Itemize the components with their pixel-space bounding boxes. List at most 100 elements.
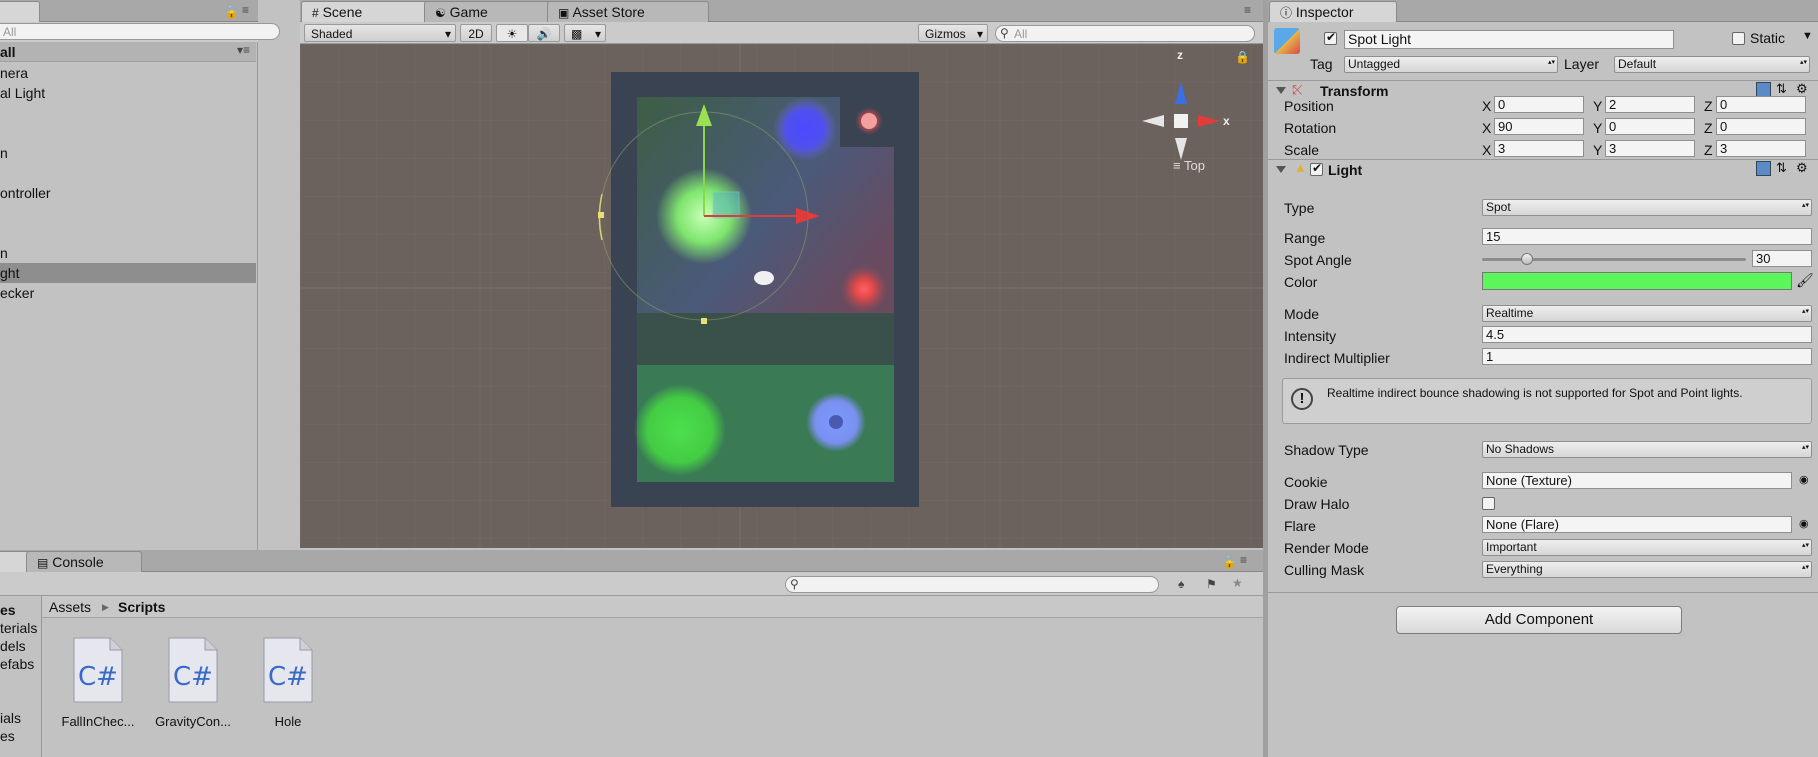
active-checkbox[interactable] [1324,30,1337,45]
hierarchy-item[interactable]: n [0,143,256,163]
range-input[interactable]: 15 [1482,228,1812,245]
csharp-script-icon[interactable]: C# [262,636,314,704]
mode-dropdown[interactable]: Realtime [1482,305,1812,322]
static-dropdown-icon[interactable]: ▼ [1802,30,1813,42]
csharp-script-icon[interactable]: C# [72,636,124,704]
gear-icon[interactable]: ⚙ [1796,81,1808,97]
hierarchy-item[interactable] [0,103,256,123]
static-checkbox[interactable] [1732,32,1745,45]
spot-angle-input[interactable]: 30 [1752,250,1812,267]
scene-menu-icon[interactable]: ▾≡ [237,43,250,57]
hierarchy-item[interactable]: ontroller [0,183,256,203]
folder-item[interactable]: es [0,728,15,744]
csharp-script-icon[interactable]: C# [167,636,219,704]
gear-icon[interactable]: ⚙ [1796,160,1808,176]
help-book-icon[interactable] [1756,82,1771,97]
effects-dropdown[interactable]: ▩ ▾ [564,24,606,42]
tab-inspector[interactable]: ⓘ Inspector [1269,1,1397,22]
tab-hierarchy[interactable] [0,1,40,22]
preset-icon[interactable]: ⇅ [1776,160,1787,176]
transform-position-x-input[interactable]: 0 [1494,96,1584,113]
toggle-2d-button[interactable]: 2D [460,24,492,42]
scene-lock-icon[interactable]: 🔒 [1235,50,1250,64]
draw-halo-checkbox[interactable] [1482,497,1495,510]
hierarchy-item[interactable] [0,223,256,243]
light-header[interactable]: ▲ Light ⇅ ⚙ [1268,159,1818,180]
transform-position-y-input[interactable]: 2 [1605,96,1695,113]
lock-icon[interactable]: 🔒 [224,5,239,19]
game-icon: ☯ [435,6,446,20]
store-icon: ▣ [558,6,570,20]
indirect-input[interactable]: 1 [1482,348,1812,365]
transform-scale-z-input[interactable]: 3 [1716,140,1806,157]
hierarchy-item[interactable]: ecker [0,283,256,303]
preset-icon[interactable]: ⇅ [1776,81,1787,97]
render-mode-dropdown[interactable]: Important [1482,539,1812,556]
filter-by-type-icon[interactable]: ♠ [1178,577,1184,591]
hierarchy-item[interactable] [0,163,256,183]
orientation-label[interactable]: ≡ Top [1173,158,1205,173]
add-component-button[interactable]: Add Component [1396,606,1682,634]
panel-menu-icon[interactable]: ≡ [242,3,249,17]
axis-x-label: X [1482,98,1492,114]
flare-field[interactable]: None (Flare) [1482,516,1792,533]
project-search-input[interactable] [785,576,1159,593]
gizmos-dropdown[interactable]: Gizmos ▾ [918,24,988,42]
tab-asset-store[interactable]: ▣ Asset Store [547,1,709,22]
folder-item[interactable]: ials [0,710,21,726]
transform-scale-x-input[interactable]: 3 [1494,140,1584,157]
project-menu-icon[interactable]: ≡ [1240,553,1247,567]
transform-rotation-x-input[interactable]: 90 [1494,118,1584,135]
filter-by-label-icon[interactable]: ⚑ [1206,577,1217,591]
folder-item[interactable]: es [0,602,16,618]
hierarchy-item[interactable]: ght [0,263,256,283]
spot-angle-slider-thumb[interactable] [1520,253,1533,265]
breadcrumb-root[interactable]: Assets [49,596,91,618]
audio-toggle[interactable]: 🔊 [528,24,560,42]
scene-viewport[interactable]: z x 🔒 ≡ Top [300,44,1263,548]
hierarchy-item[interactable]: nera [0,63,256,83]
cookie-field[interactable]: None (Texture) [1482,472,1792,489]
help-book-icon[interactable] [1756,161,1771,176]
layer-dropdown[interactable]: Default [1614,56,1810,73]
transform-position-z-input[interactable]: 0 [1716,96,1806,113]
foldout-arrow-icon [1276,166,1286,173]
folder-item[interactable]: dels [0,638,26,654]
scene-canvas[interactable] [300,44,1263,548]
object-picker-icon[interactable]: ◉ [1799,517,1809,530]
hierarchy-item[interactable] [0,203,256,223]
transform-rotation-z-input[interactable]: 0 [1716,118,1806,135]
eyedropper-icon[interactable]: 🖌 [1796,272,1814,289]
culling-mask-dropdown[interactable]: Everything [1482,561,1812,578]
tag-dropdown[interactable]: Untagged [1344,56,1558,73]
type-dropdown[interactable]: Spot [1482,199,1812,216]
layer-label: Layer [1564,56,1600,72]
scene-root-row[interactable]: all ▾≡ [0,42,256,62]
folder-item[interactable]: terials [0,620,37,636]
hierarchy-item[interactable]: al Light [0,83,256,103]
scene-panel-menu-icon[interactable]: ≡ [1244,3,1251,17]
favorites-star-icon[interactable]: ★ [1232,576,1243,590]
transform-rotation-y-input[interactable]: 0 [1605,118,1695,135]
spot-angle-label: Spot Angle [1284,252,1352,268]
color-swatch[interactable] [1482,272,1792,290]
axis-z-label: Z [1704,120,1713,136]
light-enabled-checkbox[interactable] [1310,161,1323,176]
scene-search-input[interactable]: All [995,25,1255,42]
shading-dropdown[interactable]: Shaded ▾ [304,24,456,42]
breadcrumb-current[interactable]: Scripts [118,596,165,618]
hierarchy-item[interactable] [0,123,256,143]
intensity-input[interactable]: 4.5 [1482,326,1812,343]
object-picker-icon[interactable]: ◉ [1799,473,1809,486]
tab-console[interactable]: ▤ Console [26,551,142,572]
hierarchy-item[interactable]: n [0,243,256,263]
lighting-toggle[interactable]: ☀ [496,24,528,42]
shadow-dropdown[interactable]: No Shadows [1482,441,1812,458]
project-lock-icon[interactable]: 🔒 [1222,555,1237,569]
hierarchy-search-input[interactable]: All [0,23,280,40]
folder-item[interactable]: efabs [0,656,34,672]
csharp-label: C# [173,662,213,692]
object-name-input[interactable]: Spot Light [1344,30,1674,49]
gizmo-z-label: z [1177,48,1183,62]
transform-scale-y-input[interactable]: 3 [1605,140,1695,157]
